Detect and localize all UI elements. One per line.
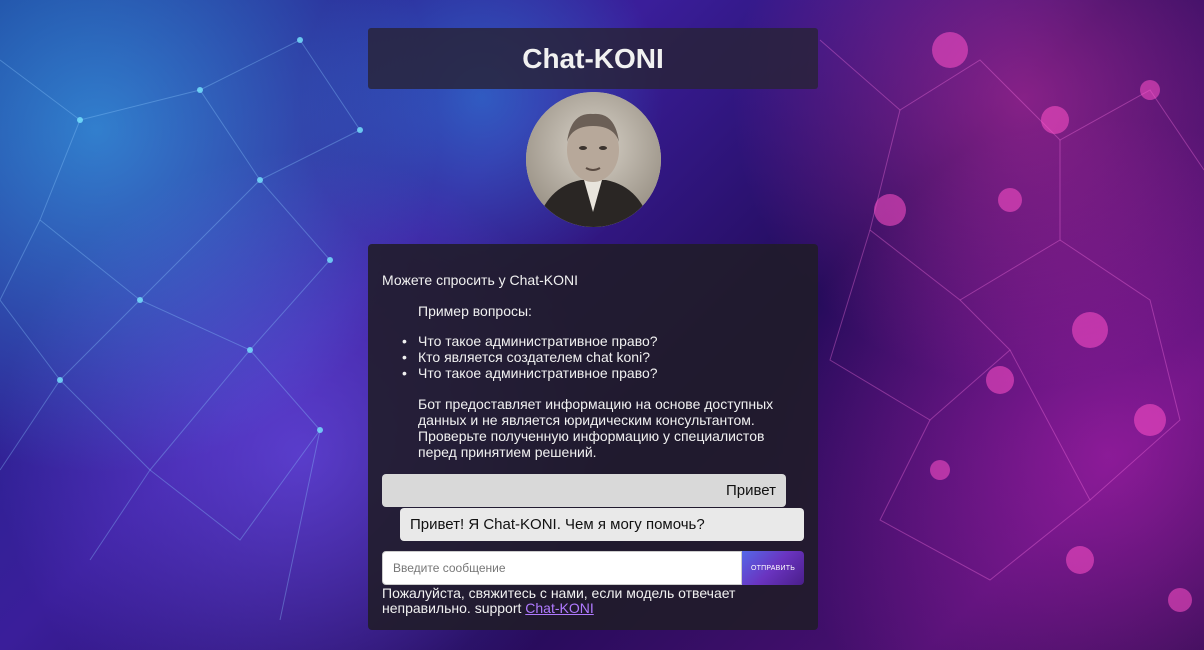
example-question[interactable]: Кто является создателем chat koni?	[402, 349, 658, 365]
composer: ОТПРАВИТЬ	[382, 551, 804, 585]
message-input[interactable]	[382, 551, 742, 585]
example-question[interactable]: Что такое административное право?	[402, 365, 658, 381]
intro-text: Можете спросить у Chat-KONI	[382, 272, 578, 288]
app-title: Chat-KONI	[522, 42, 664, 74]
disclaimer-text: Бот предоставляет информацию на основе д…	[418, 396, 774, 460]
portrait-avatar	[526, 92, 661, 227]
support-note: Пожалуйста, свяжитесь с нами, если модел…	[382, 586, 802, 616]
support-link[interactable]: Chat-KONI	[525, 600, 593, 616]
example-question[interactable]: Что такое административное право?	[402, 333, 658, 349]
user-message-text: Привет	[725, 482, 776, 499]
examples-title: Пример вопросы:	[418, 303, 532, 319]
chat-card: Можете спросить у Chat-KONI Пример вопро…	[368, 244, 818, 630]
examples-list: Что такое административное право? Кто яв…	[402, 333, 658, 381]
bot-message-text: Привет! Я Chat-KONI. Чем я могу помочь?	[410, 516, 705, 533]
send-button[interactable]: ОТПРАВИТЬ	[742, 551, 804, 585]
bot-message: Привет! Я Chat-KONI. Чем я могу помочь?	[400, 508, 804, 541]
app-header: Chat-KONI	[368, 28, 818, 89]
user-message: Привет	[382, 474, 786, 507]
